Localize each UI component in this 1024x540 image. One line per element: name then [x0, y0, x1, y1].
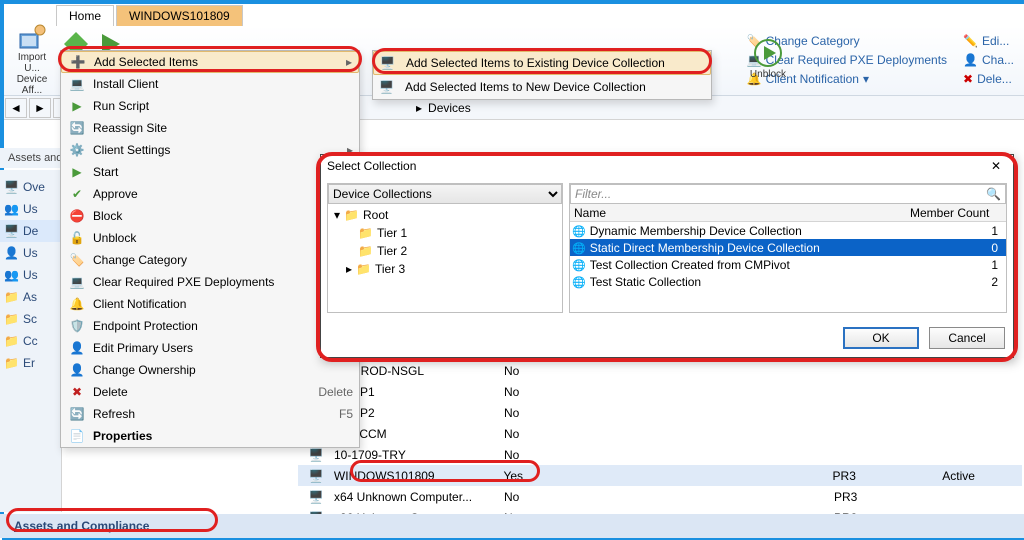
unblock-button[interactable]: Unblock [744, 28, 792, 88]
tree-tier1[interactable]: Tier 1 [334, 224, 556, 242]
tree-tier3[interactable]: ▸Tier 3 [334, 260, 556, 278]
menu-reassign-site[interactable]: 🔄Reassign Site [61, 117, 359, 139]
ok-button[interactable]: OK [843, 327, 919, 349]
overview-icon [4, 180, 19, 194]
lp-us2[interactable]: 👤Us [0, 242, 61, 264]
filter-input[interactable]: Filter... 🔍 [570, 184, 1006, 204]
collection-row[interactable]: Test Collection Created from CMPivot1 [570, 256, 1006, 273]
import-icon [16, 20, 48, 52]
submenu-add-existing[interactable]: 🖥️Add Selected Items to Existing Device … [373, 51, 711, 75]
menu-properties[interactable]: 📄Properties [61, 425, 359, 447]
nav-fwd-button[interactable]: ► [29, 98, 51, 118]
folder-icon [4, 290, 19, 304]
collection-type-select[interactable]: Device Collections [328, 184, 562, 204]
left-nav-pane: Ove 👥Us De 👤Us 👥Us As Sc Cc Er [0, 170, 62, 512]
lp-devices[interactable]: De [0, 220, 61, 242]
edit-link[interactable]: ✏️Edi... [963, 32, 1014, 51]
chevron-down-icon: ▾ [863, 70, 869, 89]
menu-refresh[interactable]: 🔄RefreshF5 [61, 403, 359, 425]
lp-as[interactable]: As [0, 286, 61, 308]
collection-row[interactable]: Dynamic Membership Device Collection1 [570, 222, 1006, 239]
cancel-button[interactable]: Cancel [929, 327, 1005, 349]
close-icon[interactable]: ✕ [985, 159, 1007, 173]
add-icon: ➕ [68, 55, 88, 69]
context-menu: ➕ Add Selected Items ▸ 💻Install Client ▶… [60, 50, 360, 448]
menu-delete[interactable]: ✖DeleteDelete [61, 381, 359, 403]
workspace-label: Assets and Compliance [14, 519, 149, 533]
nav-back-button[interactable]: ◄ [5, 98, 27, 118]
del-link[interactable]: ✖Dele... [963, 70, 1014, 89]
tree-collapse-icon: ▾ [334, 208, 340, 222]
submenu-add-selected: 🖥️Add Selected Items to Existing Device … [372, 50, 712, 100]
tree-root[interactable]: ▾Root [334, 206, 556, 224]
menu-install-client[interactable]: 💻Install Client [61, 73, 359, 95]
breadcrumb-chevron-icon: ▸ [416, 101, 422, 115]
menu-approve[interactable]: ✔Approve [61, 183, 359, 205]
folder-icon [344, 208, 359, 222]
menu-client-settings[interactable]: ⚙️Client Settings▸ [61, 139, 359, 161]
unblock-label: Unblock [750, 69, 786, 80]
breadcrumb-devices[interactable]: Devices [428, 101, 471, 115]
cha-link[interactable]: 👤Cha... [963, 51, 1014, 70]
collection-icon [572, 224, 586, 238]
menu-client-notification[interactable]: 🔔Client Notification▸ [61, 293, 359, 315]
menu-run-script[interactable]: ▶Run Script [61, 95, 359, 117]
workspace-bar[interactable]: Assets and Compliance [0, 514, 1024, 538]
collection-row-selected[interactable]: Static Direct Membership Device Collecti… [570, 239, 1006, 256]
tab-context-device[interactable]: WINDOWS101809 [116, 5, 243, 26]
devices-icon [4, 224, 19, 238]
ribbon-side-more: ✏️Edi... 👤Cha... ✖Dele... [957, 28, 1020, 94]
lp-overview[interactable]: Ove [0, 176, 61, 198]
select-collection-dialog: Select Collection ✕ Device Collections ▾… [320, 154, 1014, 358]
lp-users[interactable]: 👥Us [0, 198, 61, 220]
lp-er[interactable]: Er [0, 352, 61, 374]
menu-add-selected-items[interactable]: ➕ Add Selected Items ▸ [61, 51, 359, 73]
col-count[interactable]: Member Count [910, 206, 1006, 220]
tree-tier2[interactable]: Tier 2 [334, 242, 556, 260]
submenu-add-new[interactable]: 🖥️Add Selected Items to New Device Colle… [373, 75, 711, 99]
lp-sc[interactable]: Sc [0, 308, 61, 330]
lp-us3[interactable]: 👥Us [0, 264, 61, 286]
collection-tree: ▾Root Tier 1 Tier 2 ▸Tier 3 [328, 204, 562, 280]
menu-change-ownership[interactable]: 👤Change Ownership [61, 359, 359, 381]
tab-home[interactable]: Home [56, 5, 114, 26]
search-icon: 🔍 [986, 187, 1001, 201]
collection-row[interactable]: Test Static Collection2 [570, 273, 1006, 290]
device-row-selected[interactable]: WINDOWS101809YesPR3Active [298, 465, 1022, 486]
menu-edit-primary-users[interactable]: 👤Edit Primary Users [61, 337, 359, 359]
menu-clear-pxe[interactable]: 💻Clear Required PXE Deployments [61, 271, 359, 293]
chevron-right-icon: ▸ [346, 55, 352, 69]
dialog-title: Select Collection [327, 159, 416, 173]
import-button[interactable]: Import U... Device Aff... [8, 28, 56, 88]
import-label: Import U... Device Aff... [10, 52, 54, 96]
tree-expand-icon: ▸ [346, 262, 352, 276]
lp-cc[interactable]: Cc [0, 330, 61, 352]
unblock-icon [752, 37, 784, 69]
menu-change-category[interactable]: 🏷️Change Category [61, 249, 359, 271]
menu-start[interactable]: ▶Start [61, 161, 359, 183]
menu-endpoint-protection[interactable]: 🛡️Endpoint Protection▸ [61, 315, 359, 337]
menu-block[interactable]: ⛔Block [61, 205, 359, 227]
col-name[interactable]: Name [570, 206, 910, 220]
device-list: CMPROD-NSGLNo CMTP1No CMTP2No L1-SCCMNo … [298, 360, 1022, 528]
menu-unblock[interactable]: 🔓Unblock [61, 227, 359, 249]
